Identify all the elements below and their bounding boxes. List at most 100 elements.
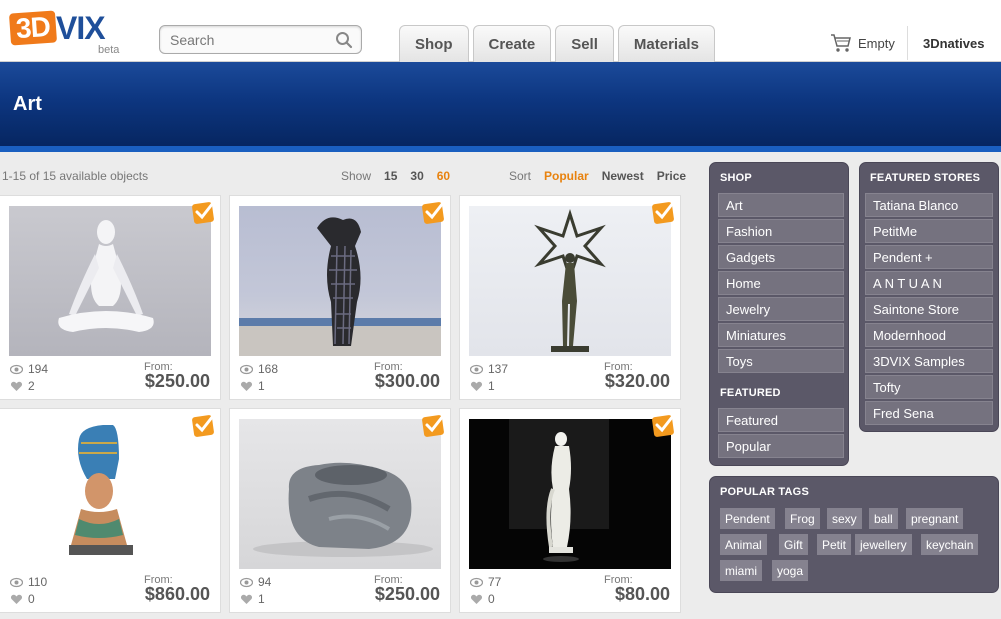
price-box: From: $250.00: [374, 574, 440, 604]
sidebar-item-miniatures[interactable]: Miniatures: [718, 323, 844, 347]
store-link[interactable]: Pendent +: [865, 245, 993, 269]
sort-option-newest[interactable]: Newest: [602, 169, 644, 183]
nav-tab-sell[interactable]: Sell: [555, 25, 614, 62]
nav-tab-shop[interactable]: Shop: [399, 25, 469, 62]
price-box: From: $250.00: [144, 361, 210, 391]
view-count: 110: [28, 575, 48, 589]
store-link[interactable]: Fred Sena: [865, 401, 993, 425]
price-box: From: $80.00: [604, 574, 670, 604]
tag-jewellery[interactable]: jewellery: [855, 534, 912, 555]
store-link[interactable]: Tatiana Blanco: [865, 193, 993, 217]
page-title: Art: [13, 93, 42, 115]
sidebar-item-art[interactable]: Art: [718, 193, 844, 217]
like-count: 1: [258, 592, 265, 606]
verified-check-icon: [422, 414, 445, 437]
show-option-15[interactable]: 15: [384, 169, 397, 183]
heart-icon[interactable]: [470, 594, 483, 605]
sidebar-item-fashion[interactable]: Fashion: [718, 219, 844, 243]
show-option-30[interactable]: 30: [410, 169, 423, 183]
tag-pendent[interactable]: Pendent: [720, 508, 775, 529]
heart-icon[interactable]: [10, 594, 23, 605]
eye-icon: [240, 577, 253, 588]
heart-icon[interactable]: [240, 381, 253, 392]
cart-icon: [831, 34, 851, 52]
nav-tab-create[interactable]: Create: [472, 25, 552, 62]
product-card[interactable]: 77 0 From: $80.00: [459, 408, 681, 613]
product-card[interactable]: 94 1 From: $250.00: [229, 408, 451, 613]
tag-gift[interactable]: Gift: [779, 534, 808, 555]
store-link[interactable]: Modernhood: [865, 323, 993, 347]
shop-heading: SHOP: [720, 172, 752, 184]
sort-option-price[interactable]: Price: [657, 169, 686, 183]
product-card[interactable]: 194 2 From: $250.00: [0, 195, 221, 400]
featured-heading: FEATURED: [720, 387, 781, 399]
site-logo[interactable]: 3D VIX beta: [8, 4, 125, 58]
store-link[interactable]: PetitMe: [865, 219, 993, 243]
cart-status: Empty: [858, 35, 895, 51]
verified-check-icon: [192, 414, 215, 437]
price-box: From: $860.00: [144, 574, 210, 604]
product-price: $250.00: [144, 371, 210, 391]
featured-stores-heading: FEATURED STORES: [870, 172, 981, 184]
tag-sexy[interactable]: sexy: [827, 508, 862, 529]
verified-check-icon: [192, 201, 215, 224]
show-option-60[interactable]: 60: [437, 169, 450, 183]
sort-option-popular[interactable]: Popular: [544, 169, 589, 183]
sidebar-item-home[interactable]: Home: [718, 271, 844, 295]
product-card[interactable]: 168 1 From: $300.00: [229, 195, 451, 400]
search-icon[interactable]: [335, 31, 353, 49]
product-price: $860.00: [144, 584, 210, 604]
product-stats: 110 0: [10, 574, 47, 608]
sidebar-item-gadgets[interactable]: Gadgets: [718, 245, 844, 269]
heart-icon[interactable]: [240, 594, 253, 605]
tag-frog[interactable]: Frog: [785, 508, 820, 529]
sort-options: Sort Popular Newest Price: [509, 169, 686, 183]
product-image-star-figure[interactable]: [469, 206, 671, 356]
like-count: 0: [488, 592, 495, 606]
heart-icon[interactable]: [10, 381, 23, 392]
view-count: 77: [488, 575, 502, 589]
nav-tab-materials[interactable]: Materials: [617, 25, 715, 62]
view-count: 94: [258, 575, 272, 589]
product-image-venus-statue[interactable]: [469, 419, 671, 569]
tag-animal[interactable]: Animal: [720, 534, 767, 555]
product-card[interactable]: 110 0 From: $860.00: [0, 408, 221, 613]
product-image-meditating-figure[interactable]: [9, 206, 211, 356]
price-box: From: $300.00: [374, 361, 440, 391]
sidebar-item-toys[interactable]: Toys: [718, 349, 844, 373]
product-image-gray-sculpture[interactable]: [239, 419, 441, 569]
product-price: $300.00: [374, 371, 440, 391]
search-box: [159, 25, 362, 54]
shop-panel: SHOP Art Fashion Gadgets Home Jewelry Mi…: [709, 162, 849, 466]
sidebar-item-popular[interactable]: Popular: [718, 434, 844, 458]
sidebar-item-featured[interactable]: Featured: [718, 408, 844, 432]
heart-icon[interactable]: [470, 381, 483, 392]
store-link[interactable]: Saintone Store: [865, 297, 993, 321]
search-input[interactable]: [170, 31, 330, 49]
store-link[interactable]: 3DVIX Samples: [865, 349, 993, 373]
tag-yoga[interactable]: yoga: [772, 560, 809, 581]
tag-pregnant[interactable]: pregnant: [906, 508, 964, 529]
tag-miami[interactable]: miami: [720, 560, 762, 581]
logo-vix-text: VIX: [56, 10, 106, 46]
product-image-nefertiti-bust[interactable]: [9, 419, 211, 569]
tag-ball[interactable]: ball: [869, 508, 898, 529]
product-price: $80.00: [614, 584, 670, 604]
verified-check-icon: [652, 414, 675, 437]
tag-petit[interactable]: Petit: [817, 534, 852, 555]
verified-check-icon: [422, 201, 445, 224]
cart-link[interactable]: Empty: [830, 32, 895, 54]
verified-check-icon: [652, 201, 675, 224]
tag-keychain[interactable]: keychain: [921, 534, 979, 555]
product-price: $250.00: [374, 584, 440, 604]
like-count: 0: [28, 592, 35, 606]
account-link[interactable]: 3Dnatives: [923, 36, 984, 51]
store-link[interactable]: A N T U A N: [865, 271, 993, 295]
sidebar-item-jewelry[interactable]: Jewelry: [718, 297, 844, 321]
product-card[interactable]: 137 1 From: $320.00: [459, 195, 681, 400]
logo-beta-text: beta: [98, 44, 120, 56]
product-image-lattice-torso[interactable]: [239, 206, 441, 356]
main-nav: Shop Create Sell Materials: [399, 25, 715, 62]
store-link[interactable]: Tofty: [865, 375, 993, 399]
logo-3d-text: 3D: [8, 10, 57, 46]
